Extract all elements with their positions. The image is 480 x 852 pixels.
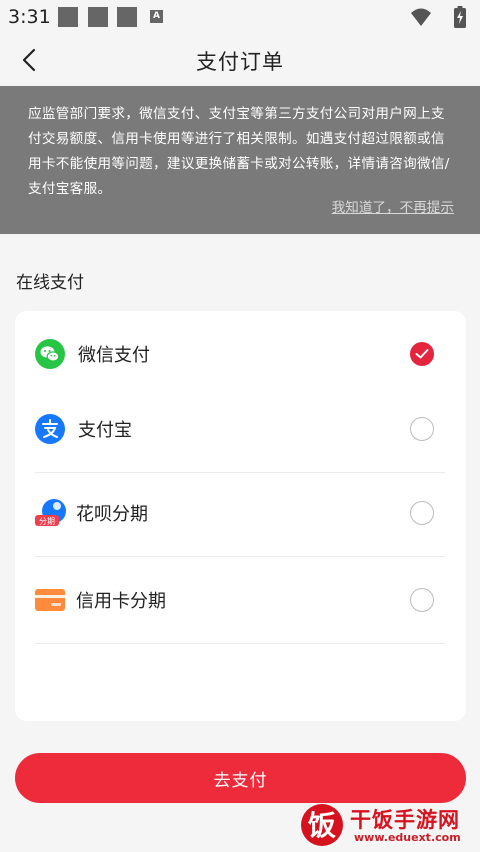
notification-icon <box>58 7 78 27</box>
payment-option-label: 信用卡分期 <box>76 591 166 612</box>
notification-icon <box>88 7 108 27</box>
radio-unselected[interactable] <box>410 588 434 612</box>
payment-option-huabei[interactable]: 分期 花呗分期 <box>35 470 446 557</box>
a-badge-icon: A <box>150 10 163 23</box>
status-time: 3:31 <box>8 6 51 28</box>
dismiss-notice-link[interactable]: 我知道了，不再提示 <box>332 196 454 216</box>
watermark: 饭 干饭手游网 www.eduext.com <box>298 800 470 850</box>
nav-bar: 支付订单 <box>0 34 480 86</box>
payment-option-wechat[interactable]: 微信支付 <box>35 311 446 397</box>
payment-option-credit-card[interactable]: 信用卡分期 <box>35 557 446 644</box>
payment-methods-card: 微信支付 支付宝 分期 花呗分期 信用卡分期 <box>15 311 466 721</box>
huabei-icon-text: 分期 <box>39 517 55 526</box>
radio-unselected[interactable] <box>410 417 434 441</box>
section-label: 在线支付 <box>16 273 84 293</box>
payment-option-label: 微信支付 <box>78 345 150 366</box>
watermark-logo-icon: 饭 <box>301 804 343 846</box>
wechat-pay-icon <box>35 339 65 369</box>
payment-option-label: 花呗分期 <box>76 504 148 525</box>
battery-icon <box>454 6 466 28</box>
credit-card-icon <box>35 589 65 611</box>
page-title: 支付订单 <box>196 50 284 74</box>
submit-payment-button[interactable]: 去支付 <box>15 753 466 803</box>
status-bar: 3:31 A <box>0 0 480 34</box>
payment-option-alipay[interactable]: 支付宝 <box>35 386 446 473</box>
alipay-icon <box>35 414 65 444</box>
payment-option-label: 支付宝 <box>78 420 132 441</box>
notification-icon <box>117 7 137 27</box>
radio-selected[interactable] <box>410 342 434 366</box>
watermark-logo-char: 饭 <box>308 809 336 842</box>
radio-unselected[interactable] <box>410 501 434 525</box>
watermark-name: 干饭手游网 <box>350 808 460 832</box>
notice-text: 应监管部门要求，微信支付、支付宝等第三方支付公司对用户网上支付交易额度、信用卡使… <box>28 106 450 197</box>
wifi-icon <box>411 8 431 26</box>
huabei-icon: 分期 <box>35 499 66 526</box>
checkmark-icon <box>415 349 429 359</box>
notice-banner: 应监管部门要求，微信支付、支付宝等第三方支付公司对用户网上支付交易额度、信用卡使… <box>0 86 480 234</box>
watermark-url: www.eduext.com <box>354 831 461 844</box>
